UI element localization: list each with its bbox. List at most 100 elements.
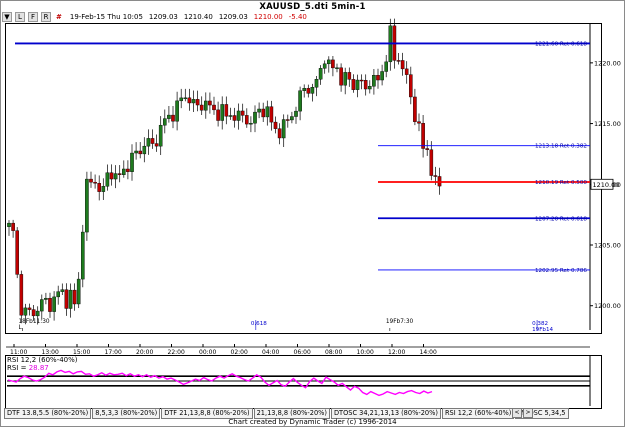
time-tick-label: 04:00 [262,349,279,356]
retracement-label: 1210.19 Ret 0.500 [535,180,587,186]
candle-down [27,307,32,310]
retracement-label: 1207.20 Ret 0.618 [535,216,587,222]
candle-down [224,104,229,117]
candle-down [417,121,421,124]
candle-down [429,149,434,176]
price-tick-label: 1205.00 [594,242,621,250]
time-tick-label: 12:00 [388,349,405,356]
candle-down [19,274,24,316]
candle-down [216,109,220,121]
time-tick-label: 00:00 [199,349,216,356]
candle-down [277,128,282,139]
candle-up [294,110,298,117]
candle-down [404,68,409,75]
candle-up [384,61,389,72]
retracement-label: 1213.18 Ret 0.382 [535,144,587,150]
candle-down [97,183,101,192]
tab-prev-button[interactable]: < [512,408,522,418]
chart-canvas: 1200.00 1205.00 1210.00 1215.00 1220.00 1221.… [6,18,621,406]
candle-down [126,168,130,172]
candle-up [220,104,225,121]
candle-up [380,71,384,81]
candle-up [158,124,163,147]
swing-label: 19Fb7:30 [386,319,414,325]
time-tick-label: 15:00 [73,349,90,356]
candle-up [7,222,11,227]
indicator-tabs: DTF 13.8,5.5 (80%-20%) 8,5,3,3 (80%-20%)… [4,408,570,419]
candle-up [134,150,138,154]
credit-text: Chart created by Dynamic Trader (c) 1996… [228,418,397,426]
candle-up [335,67,339,69]
time-tick-label: 11:00 [10,349,27,356]
candle-up [183,97,188,100]
time-tick-label: 22:00 [168,349,185,356]
candle-up [142,145,147,155]
candle-up [179,97,184,102]
swing-label: 18Fb11:30 [18,319,49,325]
rsi-series-line [7,369,433,397]
time-tick-label: 06:00 [294,349,311,356]
candle-down [425,148,430,150]
candle-down [269,106,274,123]
candle-down [400,60,405,70]
price-tick-label: 1200.00 [594,302,621,310]
candle-up [40,299,44,312]
candle-down [208,100,212,106]
candle-up [355,79,360,90]
candle-up [281,119,286,139]
candle-up [85,178,89,233]
rsi-title: RSI 12,2 (60%-40%) [7,356,78,364]
time-tick-label: 20:00 [136,349,153,356]
candle-up [322,63,327,69]
candle-up [290,116,294,121]
candle-down [331,59,335,69]
candle-up [76,278,81,305]
candle-up [327,59,331,65]
candle-up [44,297,48,300]
candle-up [203,100,208,111]
tab-next-button[interactable]: > [523,408,533,418]
candle-up [228,115,233,117]
candle-down [261,108,266,118]
candle-down [433,175,438,177]
candle-down [195,99,200,106]
candle-up [191,99,196,104]
rsi-value: 28.87 [28,364,49,372]
candle-down [376,75,380,81]
candle-down [351,79,356,90]
candle-up [236,110,241,121]
candle-down [409,74,413,98]
candle-up [130,152,134,172]
last-price-label: 1210.00 [593,181,620,189]
candle-up [257,108,261,113]
candle-up [101,186,106,192]
time-tick-label: 14:00 [420,349,437,356]
swing-sub-label: L [18,325,22,331]
candle-down [48,297,52,312]
candle-down [171,114,175,122]
candle-up [121,168,126,175]
candle-down [240,110,245,116]
candle-down [187,97,192,104]
rsi-legend: RSI 12,2 (60%-40%) RSI = 28.87 [7,356,78,372]
candle-up [146,138,151,147]
rsi-name: RSI [7,364,19,372]
candle-down [359,79,364,82]
candle-down [363,80,368,90]
candle-up [167,114,171,119]
candle-down [72,289,77,305]
candle-up [368,86,372,90]
candle-up [56,291,60,298]
candle-down [109,172,114,180]
candle-up [113,173,118,180]
candle-down [117,173,122,175]
candle-up [314,79,319,88]
candle-up [105,172,110,187]
retracement-label: 1202.95 Ret 0.786 [535,268,587,274]
candle-down [138,150,143,155]
candle-down [89,178,93,183]
candle-up [60,289,65,292]
candle-up [343,72,348,86]
time-tick-label: 17:00 [105,349,122,356]
candle-up [310,87,315,94]
